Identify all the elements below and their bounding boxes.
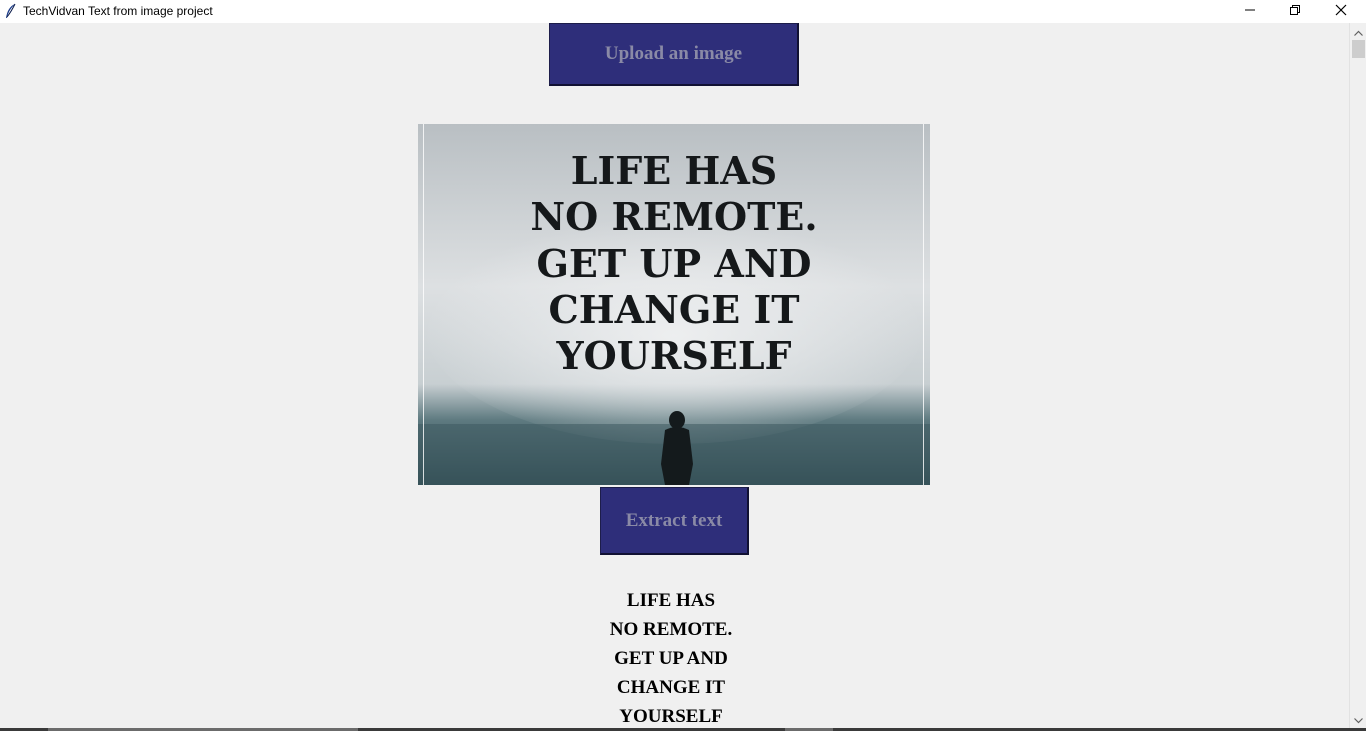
- title-bar: TechVidvan Text from image project: [0, 0, 1366, 24]
- extract-text-button[interactable]: Extract text: [600, 487, 749, 555]
- image-text-line: GET UP AND: [536, 241, 811, 286]
- image-text-line: LIFE HAS: [571, 148, 778, 193]
- scroll-up-button[interactable]: [1350, 23, 1366, 40]
- feather-icon: [4, 3, 18, 19]
- maximize-button[interactable]: [1272, 0, 1318, 23]
- extracted-text: LIFE HAS NO REMOTE. GET UP AND CHANGE IT…: [521, 586, 821, 728]
- result-line: NO REMOTE.: [609, 619, 733, 640]
- minimize-button[interactable]: [1227, 0, 1273, 23]
- upload-image-button[interactable]: Upload an image: [549, 23, 799, 86]
- close-button[interactable]: [1318, 0, 1364, 23]
- restore-icon: [1289, 3, 1301, 21]
- result-line: YOURSELF: [619, 706, 723, 727]
- chevron-down-icon: [1354, 711, 1363, 729]
- image-text-line: CHANGE IT: [548, 287, 799, 332]
- minimize-icon: [1244, 3, 1256, 21]
- scroll-down-button[interactable]: [1350, 711, 1366, 728]
- image-text-line: YOURSELF: [555, 333, 791, 378]
- result-line: LIFE HAS: [626, 590, 716, 611]
- image-text-line: NO REMOTE.: [530, 194, 817, 239]
- main-content: Upload an image LIFE HAS NO REMOTE. GET …: [0, 23, 1349, 728]
- window-title: TechVidvan Text from image project: [23, 4, 213, 18]
- close-icon: [1335, 3, 1347, 21]
- chevron-up-icon: [1354, 23, 1363, 41]
- result-line: CHANGE IT: [616, 677, 726, 698]
- vertical-scrollbar[interactable]: [1349, 23, 1366, 728]
- result-line: GET UP AND: [614, 648, 728, 669]
- scrollbar-thumb[interactable]: [1352, 40, 1365, 58]
- uploaded-image: LIFE HAS NO REMOTE. GET UP AND CHANGE IT…: [418, 124, 930, 485]
